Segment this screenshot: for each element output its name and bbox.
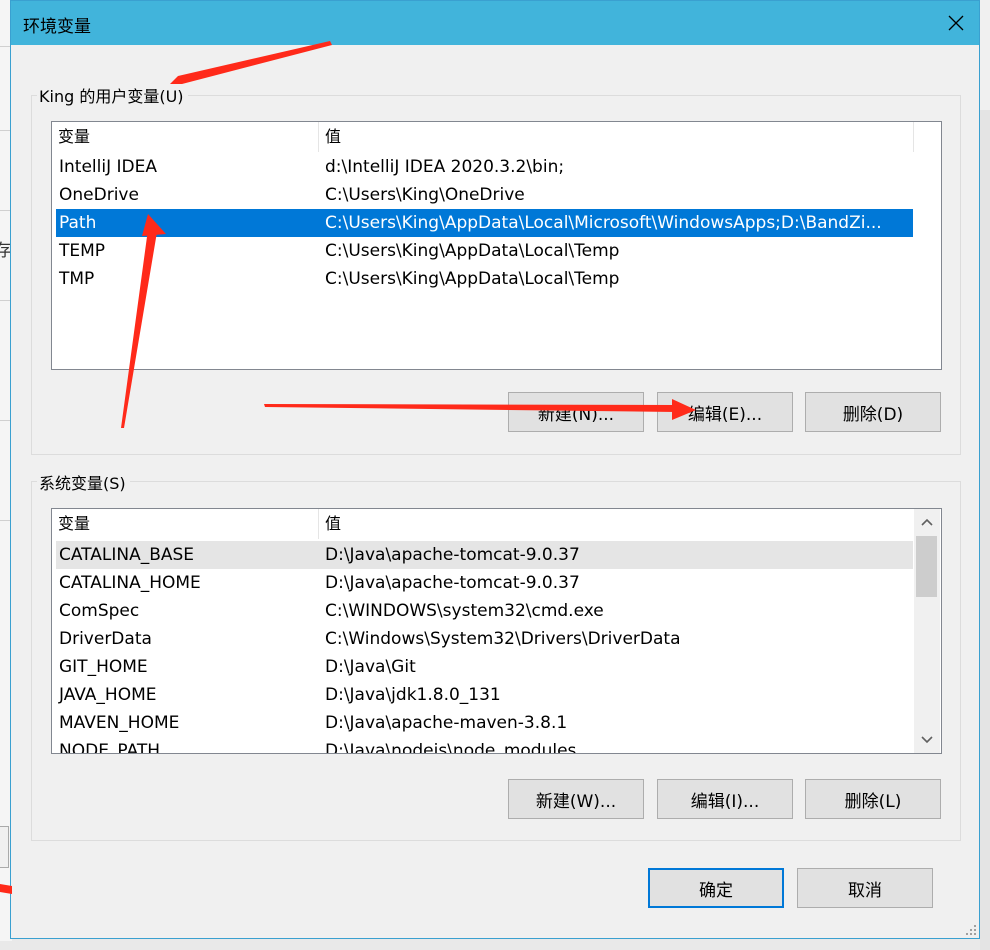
- system-delete-button[interactable]: 删除(L): [805, 779, 941, 819]
- column-header-value[interactable]: 值: [319, 122, 913, 152]
- variable-name: TMP: [59, 269, 95, 289]
- variable-value: C:\WINDOWS\system32\cmd.exe: [325, 601, 604, 621]
- column-label: 值: [325, 127, 342, 146]
- system-variables-list[interactable]: 变量 值 CATALINA_BASE D:\Java\apache-tomcat-…: [51, 508, 942, 754]
- variable-value: D:\Java\apache-tomcat-9.0.37: [325, 545, 580, 565]
- variable-value: d:\IntelliJ IDEA 2020.3.2\bin;: [325, 157, 565, 177]
- column-label: 变量: [58, 127, 91, 146]
- system-variables-label: 系统变量(S): [37, 470, 130, 494]
- variable-name: NODE_PATH: [59, 741, 161, 754]
- system-edit-button[interactable]: 编辑(I)...: [657, 779, 793, 819]
- cancel-button[interactable]: 取消: [797, 868, 933, 908]
- variable-value: C:\Users\King\AppData\Local\Microsoft\Wi…: [325, 213, 882, 233]
- resize-grip-icon[interactable]: [965, 924, 977, 936]
- ok-button[interactable]: 确定: [648, 868, 784, 908]
- user-edit-button[interactable]: 编辑(E)...: [657, 392, 793, 432]
- background-button: [0, 826, 9, 868]
- variable-name: JAVA_HOME: [59, 685, 157, 705]
- list-row[interactable]: CATALINA_HOME D:\Java\apache-tomcat-9.0.3…: [56, 569, 913, 597]
- column-header-variable[interactable]: 变量: [52, 509, 319, 539]
- list-row[interactable]: GIT_HOME D:\Java\Git: [56, 653, 913, 681]
- list-row[interactable]: IntelliJ IDEA d:\IntelliJ IDEA 2020.3.2\b…: [56, 153, 913, 181]
- list-row[interactable]: TMP C:\Users\King\AppData\Local\Temp: [56, 265, 913, 293]
- variable-name: CATALINA_HOME: [59, 573, 201, 593]
- column-header-value[interactable]: 值: [319, 509, 913, 539]
- column-separator[interactable]: [913, 122, 914, 152]
- window-title: 环境变量: [23, 17, 91, 37]
- column-header-variable[interactable]: 变量: [52, 122, 319, 152]
- close-icon: [948, 15, 964, 31]
- scroll-down-button[interactable]: [914, 727, 939, 753]
- variable-name: TEMP: [59, 241, 106, 261]
- variable-value: C:\Users\King\AppData\Local\Temp: [325, 241, 620, 261]
- variable-value: C:\Users\King\OneDrive: [325, 185, 525, 205]
- user-variables-list[interactable]: 变量 值 IntelliJ IDEA d:\IntelliJ IDEA 2020.…: [51, 121, 942, 370]
- variable-name: OneDrive: [59, 185, 139, 205]
- variable-name: GIT_HOME: [59, 657, 148, 677]
- column-label: 变量: [58, 514, 91, 533]
- list-row[interactable]: ComSpec C:\WINDOWS\system32\cmd.exe: [56, 597, 913, 625]
- variable-value: D:\Java\jdk1.8.0_131: [325, 685, 501, 705]
- user-new-button[interactable]: 新建(N)...: [508, 392, 644, 432]
- list-row[interactable]: JAVA_HOME D:\Java\jdk1.8.0_131: [56, 681, 913, 709]
- variable-name: CATALINA_BASE: [59, 545, 195, 565]
- list-row[interactable]: TEMP C:\Users\King\AppData\Local\Temp: [56, 237, 913, 265]
- column-label: 值: [325, 514, 342, 533]
- list-row[interactable]: OneDrive C:\Users\King\OneDrive: [56, 181, 913, 209]
- background-window-right: [980, 0, 990, 950]
- variable-name: Path: [59, 213, 97, 233]
- system-new-button[interactable]: 新建(W)...: [508, 779, 644, 819]
- variable-value: C:\Users\King\AppData\Local\Temp: [325, 269, 620, 289]
- vertical-scrollbar[interactable]: [914, 509, 940, 753]
- variable-value: D:\Java\apache-maven-3.8.1: [325, 713, 568, 733]
- list-row[interactable]: DriverData C:\Windows\System32\Drivers\Dr…: [56, 625, 913, 653]
- variable-value: D:\Java\Git: [325, 657, 416, 677]
- variable-value: D:\Java\apache-tomcat-9.0.37: [325, 573, 580, 593]
- variable-name: MAVEN_HOME: [59, 713, 180, 733]
- list-header: 变量 值: [52, 122, 941, 153]
- user-delete-button[interactable]: 删除(D): [805, 392, 941, 432]
- chevron-down-icon: [920, 736, 933, 744]
- list-header: 变量 值: [52, 509, 914, 540]
- scroll-up-button[interactable]: [914, 509, 939, 535]
- chevron-up-icon: [920, 518, 933, 526]
- list-row[interactable]: MAVEN_HOME D:\Java\apache-maven-3.8.1: [56, 709, 913, 737]
- list-row[interactable]: NODE_PATH D:\Java\nodejs\node_modules: [56, 737, 913, 754]
- list-row[interactable]: CATALINA_BASE D:\Java\apache-tomcat-9.0.3…: [56, 541, 913, 569]
- scroll-thumb[interactable]: [916, 536, 937, 597]
- list-row[interactable]: Path C:\Users\King\AppData\Local\Microsof…: [56, 209, 913, 237]
- variable-value: C:\Windows\System32\Drivers\DriverData: [325, 629, 681, 649]
- variable-name: IntelliJ IDEA: [59, 157, 157, 177]
- title-bar[interactable]: 环境变量: [11, 1, 979, 45]
- user-variables-label: King 的用户变量(U): [37, 83, 188, 107]
- close-button[interactable]: [933, 1, 979, 45]
- variable-name: ComSpec: [59, 601, 140, 621]
- background-panel: [980, 110, 990, 950]
- variable-value: D:\Java\nodejs\node_modules: [325, 741, 577, 754]
- environment-variables-dialog: 环境变量 King 的用户变量(U) 变量 值 IntelliJ IDEA d:\…: [10, 0, 980, 939]
- variable-name: DriverData: [59, 629, 152, 649]
